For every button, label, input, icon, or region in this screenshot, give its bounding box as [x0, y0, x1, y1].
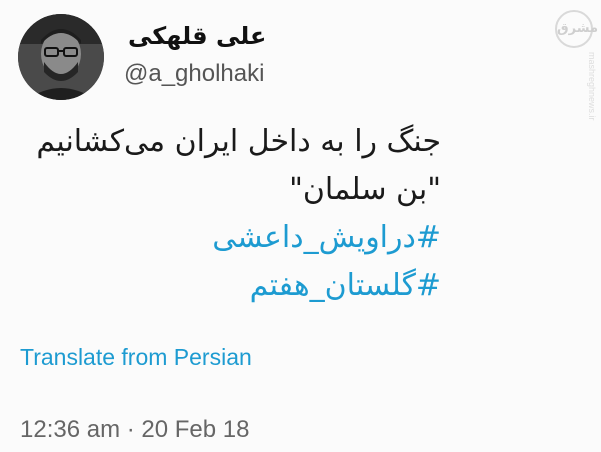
- tweet-line: "بن سلمان": [289, 172, 441, 207]
- translate-link[interactable]: Translate from Persian: [20, 344, 252, 371]
- tweet-line: جنگ را به داخل ایران می‌کشانیم: [36, 124, 441, 159]
- tweet-timestamp[interactable]: 12:36 am · 20 Feb 18: [20, 416, 249, 444]
- avatar-photo: [18, 14, 104, 100]
- username-handle[interactable]: @a_gholhaki: [124, 60, 264, 88]
- display-name[interactable]: علی قلهکی: [128, 22, 266, 50]
- watermark-logo: مشرق: [555, 10, 598, 48]
- hashtag-link[interactable]: #گلستان_هفتم: [1, 262, 441, 310]
- hashtag-link[interactable]: #دراویش_داعشی: [1, 214, 441, 262]
- avatar[interactable]: [18, 14, 104, 100]
- tweet-card: علی قلهکی @a_gholhaki مشرق mashreghnews.…: [0, 0, 601, 452]
- watermark-url: mashreghnews.ir: [587, 52, 597, 121]
- tweet-text: جنگ را به داخل ایران می‌کشانیم "بن سلمان…: [1, 118, 441, 310]
